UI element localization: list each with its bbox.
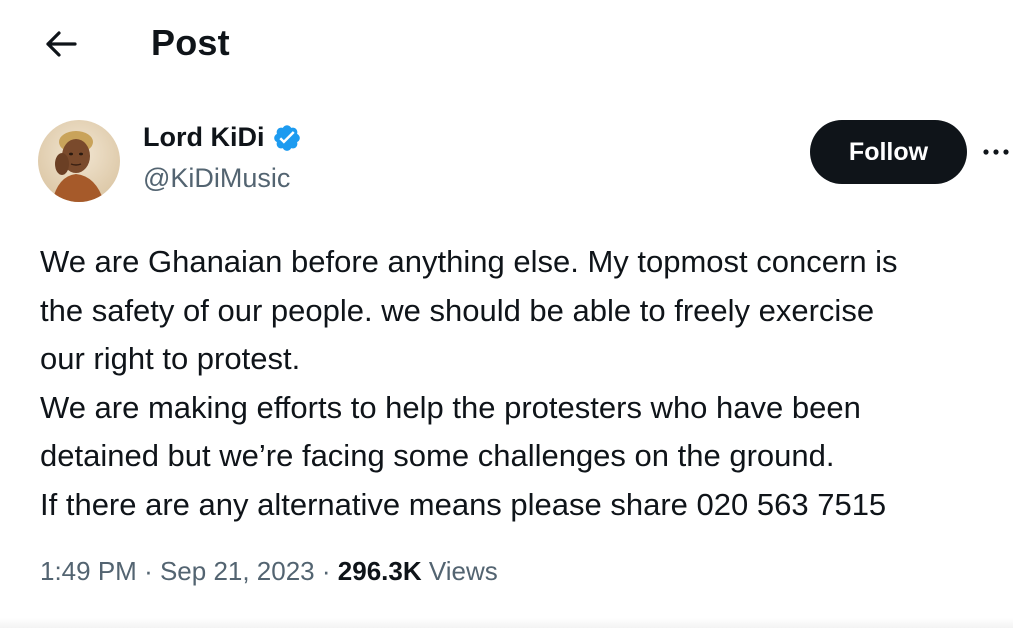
tweet-time[interactable]: 1:49 PM	[40, 556, 137, 586]
meta-separator: ·	[321, 556, 338, 586]
more-button[interactable]	[982, 138, 1010, 166]
avatar-photo	[38, 120, 120, 202]
post-header: Post	[0, 0, 1013, 90]
avatar[interactable]	[38, 120, 120, 202]
arrow-left-icon	[46, 31, 77, 57]
tweet-date[interactable]: Sep 21, 2023	[160, 556, 315, 586]
author-handle[interactable]: @KiDiMusic	[143, 163, 290, 194]
views-count: 296.3K	[337, 556, 422, 586]
author-name-row: Lord KiDi	[143, 122, 302, 153]
tweet-line: If there are any alternative means pleas…	[40, 486, 887, 522]
page-title: Post	[151, 22, 230, 63]
meta-separator: ·	[144, 556, 160, 586]
author-name[interactable]: Lord KiDi	[143, 122, 265, 153]
tweet-line: our right to protest.	[40, 341, 301, 377]
verified-badge-icon	[272, 123, 302, 153]
tweet-line: detained but we’re facing some challenge…	[40, 438, 835, 474]
tweet-line: We are Ghanaian before anything else. My…	[40, 244, 898, 279]
post-page: Post Lord KiDi @KiDiMusic Follow We are …	[0, 0, 1013, 628]
views-label: Views	[428, 556, 498, 586]
tweet-text: We are Ghanaian before anything else. My…	[40, 238, 1010, 530]
back-button[interactable]	[38, 24, 84, 64]
bottom-divider	[0, 618, 1013, 628]
follow-button[interactable]: Follow	[810, 120, 967, 184]
tweet-line: the safety of our people. we should be a…	[40, 292, 875, 328]
more-horizontal-icon	[983, 149, 1009, 155]
tweet-line: We are making efforts to help the protes…	[40, 389, 861, 425]
tweet-meta: 1:49 PM · Sep 21, 2023 · 296.3K Views	[40, 556, 498, 587]
